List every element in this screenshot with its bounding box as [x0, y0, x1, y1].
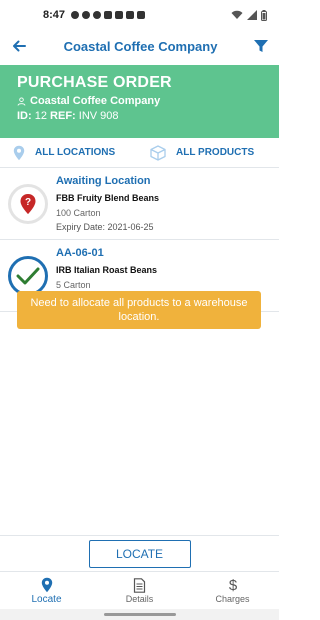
tab-details[interactable]: Details: [93, 572, 186, 609]
notification-icons: [71, 11, 146, 19]
system-icons: [231, 9, 267, 21]
item-product: FBB Fruity Blend Beans: [56, 193, 160, 203]
filter-icon[interactable]: [253, 38, 269, 54]
company-row: Coastal Coffee Company: [17, 95, 262, 107]
company-name: Coastal Coffee Company: [30, 95, 161, 107]
notification-icon: [115, 11, 124, 19]
map-pin-icon: [41, 577, 52, 592]
notification-icon: [93, 11, 102, 19]
item-quantity: 100 Carton: [56, 208, 101, 218]
tab-locate[interactable]: Locate: [0, 572, 93, 609]
svg-text:$: $: [228, 577, 237, 593]
ref-value: INV 908: [78, 110, 119, 122]
app-bar: Coastal Coffee Company: [0, 30, 279, 62]
item-body: Awaiting Location FBB Fruity Blend Beans…: [56, 168, 159, 239]
system-nav-bar: [0, 609, 279, 620]
question-pin-icon: ?: [20, 193, 36, 214]
status-time: 8:47: [43, 9, 66, 21]
notification-icon: [126, 11, 135, 19]
all-locations-filter[interactable]: ALL LOCATIONS: [0, 145, 150, 161]
status-bar: 8:47: [0, 0, 279, 30]
check-icon: [16, 267, 40, 284]
tab-label: Details: [125, 593, 154, 604]
order-type-heading: PURCHASE ORDER: [17, 74, 172, 91]
order-ids: ID: 12 REF: INV 908: [17, 110, 262, 122]
map-pin-icon: [13, 145, 25, 160]
notification-icon: [137, 11, 146, 19]
tab-label: Locate: [31, 593, 62, 605]
svg-text:?: ?: [25, 197, 31, 208]
id-value: 12: [34, 110, 47, 122]
notification-icon: [104, 11, 113, 19]
battery-icon: [261, 9, 267, 21]
bottom-tab-bar: Locate Details $ Charges: [0, 571, 279, 609]
page-title: Coastal Coffee Company: [63, 38, 218, 54]
item-status-circle: [8, 255, 48, 296]
warning-toast: Need to allocate all products to a wareh…: [17, 291, 261, 329]
item-quantity: 5 Carton: [56, 280, 91, 290]
document-icon: [133, 577, 146, 593]
tab-charges[interactable]: $ Charges: [186, 572, 279, 609]
item-location: AA-06-01: [56, 247, 104, 259]
back-arrow-icon[interactable]: [10, 37, 28, 55]
screen: 8:47 Coastal Coffee Company PURCHASE ORD…: [0, 0, 279, 620]
locate-button[interactable]: LOCATE: [88, 539, 191, 568]
person-icon: [17, 96, 26, 106]
action-bar: LOCATE: [0, 535, 279, 571]
wifi-icon: [231, 10, 243, 19]
id-label: ID:: [17, 110, 32, 122]
list-item[interactable]: ? Awaiting Location FBB Fruity Blend Bea…: [0, 168, 279, 240]
box-icon: [150, 144, 166, 161]
all-locations-label: ALL LOCATIONS: [35, 147, 116, 158]
signal-icon: [247, 10, 257, 20]
notification-icon: [71, 11, 80, 19]
notification-icon: [82, 11, 91, 19]
item-product: IRB Italian Roast Beans: [56, 265, 158, 275]
ref-label: REF:: [50, 110, 76, 122]
all-products-label: ALL PRODUCTS: [176, 147, 255, 158]
order-banner: PURCHASE ORDER Coastal Coffee Company ID…: [0, 65, 279, 138]
tab-label: Charges: [215, 594, 250, 604]
filter-bar: ALL LOCATIONS ALL PRODUCTS: [0, 138, 279, 168]
all-products-filter[interactable]: ALL PRODUCTS: [150, 144, 255, 161]
item-location: Awaiting Location: [56, 175, 151, 187]
item-status-circle: ?: [8, 183, 48, 224]
item-expiry: Expiry Date: 2021-06-25: [56, 222, 154, 232]
dollar-icon: $: [228, 577, 237, 593]
home-indicator[interactable]: [103, 613, 176, 616]
item-badge: ?: [0, 168, 56, 239]
